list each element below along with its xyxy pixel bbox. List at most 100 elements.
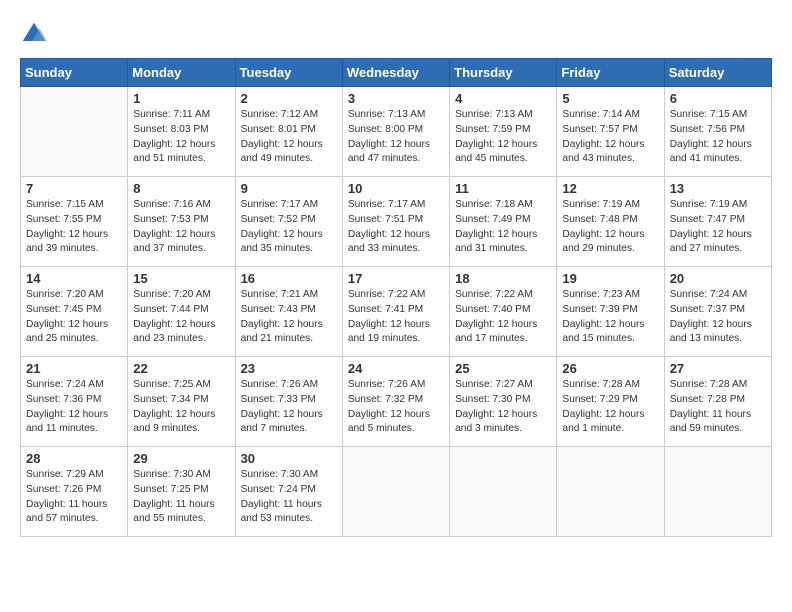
- calendar-cell: [450, 447, 557, 537]
- calendar-cell: [21, 87, 128, 177]
- calendar-cell: 17 Sunrise: 7:22 AMSunset: 7:41 PMDayligh…: [342, 267, 449, 357]
- calendar-cell: 23Sunrise: 7:26 AMSunset: 7:33 PMDayligh…: [235, 357, 342, 447]
- calendar-cell: 14Sunrise: 7:20 AMSunset: 7:45 PMDayligh…: [21, 267, 128, 357]
- calendar-cell: 15Sunrise: 7:20 AMSunset: 7:44 PMDayligh…: [128, 267, 235, 357]
- day-info: Sunrise: 7:16 AMSunset: 7:53 PMDaylight:…: [133, 198, 229, 257]
- day-info: Sunrise: 7:30 AMSunset: 7:24 PMDaylight:…: [241, 468, 337, 527]
- day-info: Sunrise: 7:15 AMSunset: 7:55 PMDaylight:…: [26, 198, 122, 257]
- day-info: Sunrise: 7:22 AMSunset: 7:41 PMDaylight:…: [348, 288, 444, 347]
- day-info: Sunrise: 7:28 AMSunset: 7:28 PMDaylight:…: [670, 378, 766, 437]
- day-number: 20: [670, 271, 766, 286]
- calendar-cell: 4 Sunrise: 7:13 AMSunset: 7:59 PMDaylight…: [450, 87, 557, 177]
- weekday-header-monday: Monday: [128, 59, 235, 87]
- day-info: Sunrise: 7:17 AMSunset: 7:52 PMDaylight:…: [241, 198, 337, 257]
- calendar-cell: 6 Sunrise: 7:15 AMSunset: 7:56 PMDaylight…: [664, 87, 771, 177]
- day-number: 30: [241, 451, 337, 466]
- logo: [20, 20, 52, 48]
- day-number: 26: [562, 361, 658, 376]
- day-number: 13: [670, 181, 766, 196]
- day-info: Sunrise: 7:13 AMSunset: 8:00 PMDaylight:…: [348, 108, 444, 167]
- day-info: Sunrise: 7:22 AMSunset: 7:40 PMDaylight:…: [455, 288, 551, 347]
- day-info: Sunrise: 7:12 AMSunset: 8:01 PMDaylight:…: [241, 108, 337, 167]
- calendar-cell: 30 Sunrise: 7:30 AMSunset: 7:24 PMDayligh…: [235, 447, 342, 537]
- day-number: 11: [455, 181, 551, 196]
- weekday-header-friday: Friday: [557, 59, 664, 87]
- day-info: Sunrise: 7:24 AMSunset: 7:37 PMDaylight:…: [670, 288, 766, 347]
- calendar-cell: 29 Sunrise: 7:30 AMSunset: 7:25 PMDayligh…: [128, 447, 235, 537]
- weekday-header-row: SundayMondayTuesdayWednesdayThursdayFrid…: [21, 59, 772, 87]
- day-info: Sunrise: 7:21 AMSunset: 7:43 PMDaylight:…: [241, 288, 337, 347]
- week-row-3: 14Sunrise: 7:20 AMSunset: 7:45 PMDayligh…: [21, 267, 772, 357]
- calendar-cell: 21Sunrise: 7:24 AMSunset: 7:36 PMDayligh…: [21, 357, 128, 447]
- day-number: 22: [133, 361, 229, 376]
- day-info: Sunrise: 7:29 AMSunset: 7:26 PMDaylight:…: [26, 468, 122, 527]
- calendar-cell: [557, 447, 664, 537]
- day-number: 4: [455, 91, 551, 106]
- calendar-cell: 2Sunrise: 7:12 AMSunset: 8:01 PMDaylight…: [235, 87, 342, 177]
- day-info: Sunrise: 7:15 AMSunset: 7:56 PMDaylight:…: [670, 108, 766, 167]
- day-info: Sunrise: 7:23 AMSunset: 7:39 PMDaylight:…: [562, 288, 658, 347]
- calendar-cell: 16 Sunrise: 7:21 AMSunset: 7:43 PMDayligh…: [235, 267, 342, 357]
- day-number: 6: [670, 91, 766, 106]
- day-number: 16: [241, 271, 337, 286]
- day-info: Sunrise: 7:25 AMSunset: 7:34 PMDaylight:…: [133, 378, 229, 437]
- day-info: Sunrise: 7:27 AMSunset: 7:30 PMDaylight:…: [455, 378, 551, 437]
- day-number: 28: [26, 451, 122, 466]
- day-number: 27: [670, 361, 766, 376]
- calendar-cell: 12 Sunrise: 7:19 AMSunset: 7:48 PMDayligh…: [557, 177, 664, 267]
- calendar-cell: 25Sunrise: 7:27 AMSunset: 7:30 PMDayligh…: [450, 357, 557, 447]
- calendar-cell: 8 Sunrise: 7:16 AMSunset: 7:53 PMDaylight…: [128, 177, 235, 267]
- calendar-cell: 26 Sunrise: 7:28 AMSunset: 7:29 PMDayligh…: [557, 357, 664, 447]
- calendar-cell: 19 Sunrise: 7:23 AMSunset: 7:39 PMDayligh…: [557, 267, 664, 357]
- calendar-cell: 20 Sunrise: 7:24 AMSunset: 7:37 PMDayligh…: [664, 267, 771, 357]
- day-number: 7: [26, 181, 122, 196]
- day-info: Sunrise: 7:19 AMSunset: 7:47 PMDaylight:…: [670, 198, 766, 257]
- week-row-4: 21Sunrise: 7:24 AMSunset: 7:36 PMDayligh…: [21, 357, 772, 447]
- day-number: 19: [562, 271, 658, 286]
- weekday-header-thursday: Thursday: [450, 59, 557, 87]
- day-info: Sunrise: 7:24 AMSunset: 7:36 PMDaylight:…: [26, 378, 122, 437]
- day-info: Sunrise: 7:18 AMSunset: 7:49 PMDaylight:…: [455, 198, 551, 257]
- weekday-header-wednesday: Wednesday: [342, 59, 449, 87]
- day-info: Sunrise: 7:11 AMSunset: 8:03 PMDaylight:…: [133, 108, 229, 167]
- weekday-header-sunday: Sunday: [21, 59, 128, 87]
- day-number: 15: [133, 271, 229, 286]
- calendar-cell: 27 Sunrise: 7:28 AMSunset: 7:28 PMDayligh…: [664, 357, 771, 447]
- calendar-cell: 5 Sunrise: 7:14 AMSunset: 7:57 PMDaylight…: [557, 87, 664, 177]
- day-number: 18: [455, 271, 551, 286]
- day-info: Sunrise: 7:17 AMSunset: 7:51 PMDaylight:…: [348, 198, 444, 257]
- day-number: 3: [348, 91, 444, 106]
- day-info: Sunrise: 7:19 AMSunset: 7:48 PMDaylight:…: [562, 198, 658, 257]
- day-info: Sunrise: 7:13 AMSunset: 7:59 PMDaylight:…: [455, 108, 551, 167]
- day-info: Sunrise: 7:26 AMSunset: 7:32 PMDaylight:…: [348, 378, 444, 437]
- calendar-cell: 9 Sunrise: 7:17 AMSunset: 7:52 PMDaylight…: [235, 177, 342, 267]
- day-number: 9: [241, 181, 337, 196]
- day-number: 17: [348, 271, 444, 286]
- week-row-2: 7 Sunrise: 7:15 AMSunset: 7:55 PMDaylight…: [21, 177, 772, 267]
- week-row-5: 28 Sunrise: 7:29 AMSunset: 7:26 PMDayligh…: [21, 447, 772, 537]
- calendar-cell: 13 Sunrise: 7:19 AMSunset: 7:47 PMDayligh…: [664, 177, 771, 267]
- logo-icon: [20, 20, 48, 48]
- calendar-cell: 22 Sunrise: 7:25 AMSunset: 7:34 PMDayligh…: [128, 357, 235, 447]
- day-number: 12: [562, 181, 658, 196]
- page-header: [20, 20, 772, 48]
- calendar-cell: 1Sunrise: 7:11 AMSunset: 8:03 PMDaylight…: [128, 87, 235, 177]
- day-info: Sunrise: 7:26 AMSunset: 7:33 PMDaylight:…: [241, 378, 337, 437]
- weekday-header-saturday: Saturday: [664, 59, 771, 87]
- day-info: Sunrise: 7:28 AMSunset: 7:29 PMDaylight:…: [562, 378, 658, 437]
- day-info: Sunrise: 7:30 AMSunset: 7:25 PMDaylight:…: [133, 468, 229, 527]
- day-number: 14: [26, 271, 122, 286]
- day-number: 24: [348, 361, 444, 376]
- day-number: 5: [562, 91, 658, 106]
- week-row-1: 1Sunrise: 7:11 AMSunset: 8:03 PMDaylight…: [21, 87, 772, 177]
- calendar-cell: 7 Sunrise: 7:15 AMSunset: 7:55 PMDaylight…: [21, 177, 128, 267]
- calendar-cell: 18 Sunrise: 7:22 AMSunset: 7:40 PMDayligh…: [450, 267, 557, 357]
- day-number: 29: [133, 451, 229, 466]
- day-info: Sunrise: 7:14 AMSunset: 7:57 PMDaylight:…: [562, 108, 658, 167]
- day-number: 8: [133, 181, 229, 196]
- calendar-table: SundayMondayTuesdayWednesdayThursdayFrid…: [20, 58, 772, 537]
- calendar-cell: [664, 447, 771, 537]
- calendar-cell: 10Sunrise: 7:17 AMSunset: 7:51 PMDayligh…: [342, 177, 449, 267]
- calendar-cell: 3 Sunrise: 7:13 AMSunset: 8:00 PMDaylight…: [342, 87, 449, 177]
- calendar-cell: 11 Sunrise: 7:18 AMSunset: 7:49 PMDayligh…: [450, 177, 557, 267]
